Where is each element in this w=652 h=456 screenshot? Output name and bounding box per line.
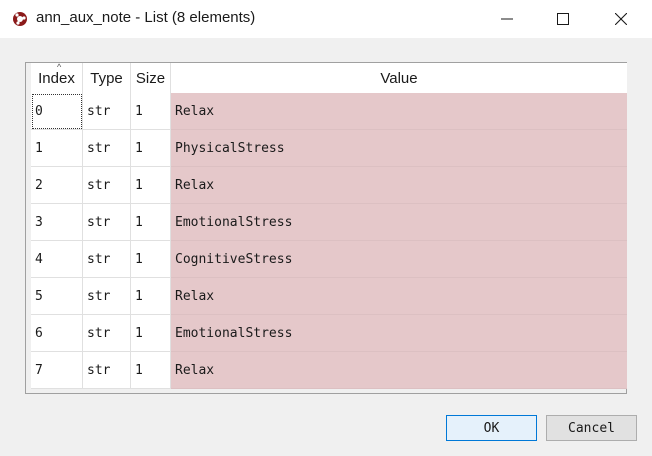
table-row[interactable]: 1 str 1 PhysicalStress bbox=[31, 130, 627, 167]
window-title: ann_aux_note - List (8 elements) bbox=[36, 9, 256, 26]
table-row[interactable]: 0 str 1 Relax bbox=[31, 93, 627, 130]
cell-value[interactable]: PhysicalStress bbox=[171, 130, 627, 167]
table-row[interactable]: 3 str 1 EmotionalStress bbox=[31, 204, 627, 241]
cell-index[interactable]: 3 bbox=[31, 204, 83, 241]
cell-index[interactable]: 1 bbox=[31, 130, 83, 167]
cell-index[interactable]: 7 bbox=[31, 352, 83, 389]
cell-index[interactable]: 5 bbox=[31, 278, 83, 315]
cell-type[interactable]: str bbox=[83, 204, 131, 241]
spyder-app-icon bbox=[13, 12, 27, 26]
list-table[interactable]: ^ Index Type Size Value 0 str 1 Relax 1 str 1 P… bbox=[25, 62, 627, 394]
maximize-icon bbox=[557, 13, 569, 25]
cell-type[interactable]: str bbox=[83, 315, 131, 352]
cell-type[interactable]: str bbox=[83, 167, 131, 204]
minimize-button[interactable] bbox=[478, 0, 536, 38]
cell-value[interactable]: Relax bbox=[171, 167, 627, 204]
table-row[interactable]: 7 str 1 Relax bbox=[31, 352, 627, 389]
table-row[interactable]: 2 str 1 Relax bbox=[31, 167, 627, 204]
cell-size[interactable]: 1 bbox=[131, 315, 171, 352]
cell-size[interactable]: 1 bbox=[131, 130, 171, 167]
cell-size[interactable]: 1 bbox=[131, 241, 171, 278]
close-button[interactable] bbox=[592, 0, 650, 38]
cell-value[interactable]: EmotionalStress bbox=[171, 315, 627, 352]
column-header-value[interactable]: Value bbox=[171, 63, 627, 94]
close-icon bbox=[615, 13, 627, 25]
cell-value[interactable]: EmotionalStress bbox=[171, 204, 627, 241]
cell-value[interactable]: Relax bbox=[171, 278, 627, 315]
cell-size[interactable]: 1 bbox=[131, 93, 171, 130]
cell-value[interactable]: Relax bbox=[171, 352, 627, 389]
cell-type[interactable]: str bbox=[83, 352, 131, 389]
table-row[interactable]: 4 str 1 CognitiveStress bbox=[31, 241, 627, 278]
cell-index[interactable]: 0 bbox=[31, 93, 83, 130]
maximize-button[interactable] bbox=[534, 0, 592, 38]
sort-indicator-icon: ^ bbox=[57, 62, 62, 72]
table-row[interactable]: 6 str 1 EmotionalStress bbox=[31, 315, 627, 352]
cell-type[interactable]: str bbox=[83, 93, 131, 130]
ok-button[interactable]: OK bbox=[446, 415, 537, 441]
cancel-button[interactable]: Cancel bbox=[546, 415, 637, 441]
column-header-size[interactable]: Size bbox=[131, 63, 171, 94]
cell-index[interactable]: 6 bbox=[31, 315, 83, 352]
cell-size[interactable]: 1 bbox=[131, 167, 171, 204]
title-bar[interactable]: ann_aux_note - List (8 elements) bbox=[0, 0, 652, 38]
column-header-type[interactable]: Type bbox=[83, 63, 131, 94]
minimize-icon bbox=[501, 18, 513, 20]
cell-value[interactable]: CognitiveStress bbox=[171, 241, 627, 278]
cell-type[interactable]: str bbox=[83, 130, 131, 167]
cell-type[interactable]: str bbox=[83, 278, 131, 315]
table-header: ^ Index Type Size Value bbox=[31, 63, 627, 94]
cell-value[interactable]: Relax bbox=[171, 93, 627, 130]
column-header-index[interactable]: ^ Index bbox=[31, 63, 83, 94]
cell-size[interactable]: 1 bbox=[131, 352, 171, 389]
cell-index[interactable]: 2 bbox=[31, 167, 83, 204]
cell-index[interactable]: 4 bbox=[31, 241, 83, 278]
table-row[interactable]: 5 str 1 Relax bbox=[31, 278, 627, 315]
cell-type[interactable]: str bbox=[83, 241, 131, 278]
cell-size[interactable]: 1 bbox=[131, 204, 171, 241]
cell-size[interactable]: 1 bbox=[131, 278, 171, 315]
